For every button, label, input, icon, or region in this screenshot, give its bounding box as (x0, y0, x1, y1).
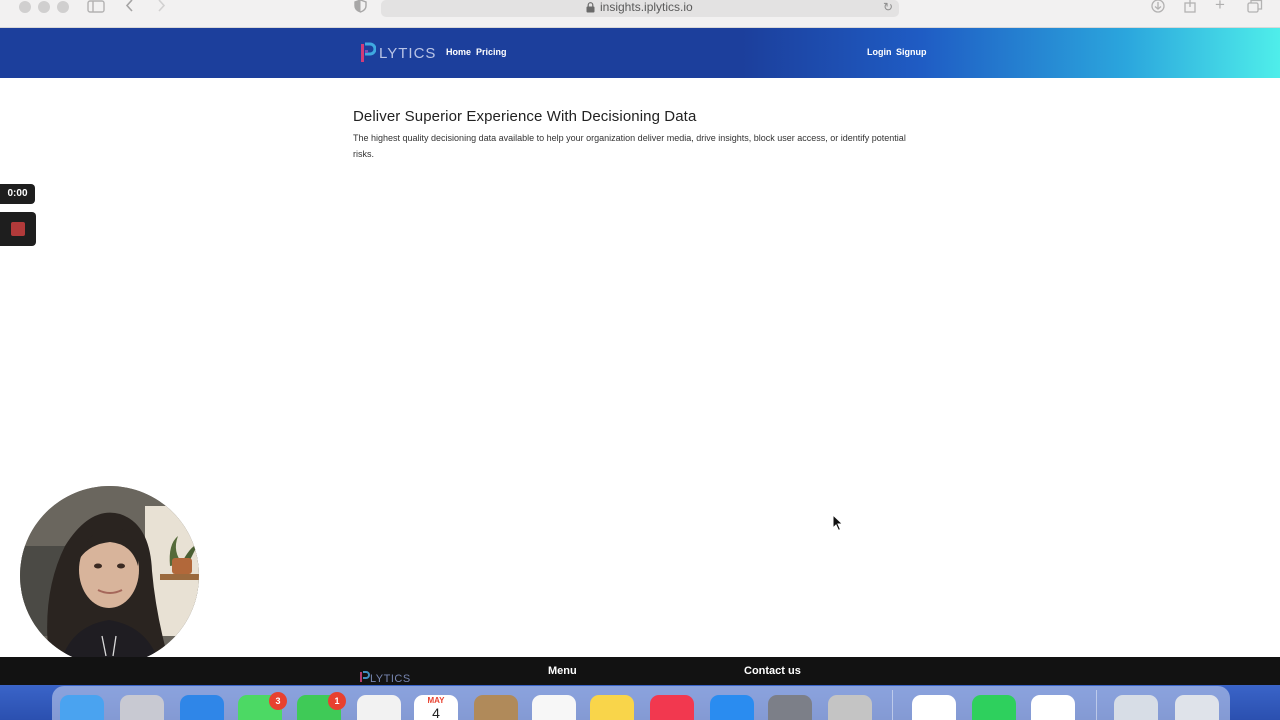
notification-badge: 1 (328, 692, 346, 710)
footer-menu-heading: Menu (548, 665, 577, 677)
site-header: LYTICS Home Pricing Login Signup (0, 28, 1280, 78)
url-text: insights.iplytics.io (600, 0, 693, 14)
share-icon[interactable] (1183, 0, 1197, 16)
nav-pricing-link[interactable]: Pricing (476, 47, 507, 57)
chrome-icon[interactable] (1031, 695, 1075, 720)
login-link[interactable]: Login (867, 47, 892, 57)
forward-icon[interactable] (156, 0, 166, 15)
reload-icon[interactable]: ↻ (883, 0, 893, 14)
stop-recording-button[interactable] (0, 212, 36, 246)
app-store-icon[interactable] (710, 695, 754, 720)
notification-badge: 3 (269, 692, 287, 710)
reminders-icon[interactable] (532, 695, 576, 720)
footer-contact-heading: Contact us (744, 665, 801, 677)
footer-logo-text: LYTICS (370, 673, 411, 685)
site-logo[interactable]: LYTICS (360, 41, 436, 65)
tab-overview-icon[interactable] (1247, 0, 1263, 16)
stop-icon (11, 222, 25, 236)
contacts-icon[interactable] (474, 695, 518, 720)
logo-wordmark: LYTICS (379, 44, 437, 62)
calendar-icon[interactable]: MAY 4 (414, 695, 458, 720)
zoom-window-button[interactable] (57, 1, 69, 13)
preview-icon[interactable] (1114, 695, 1158, 720)
safari-icon[interactable] (180, 695, 224, 720)
screen: insights.iplytics.io ↻ + LYTICS Home Pri… (0, 0, 1280, 720)
page-title: Deliver Superior Experience With Decisio… (353, 108, 697, 125)
trash-icon[interactable] (1175, 695, 1219, 720)
page-description: The highest quality decisioning data ava… (353, 133, 906, 159)
lock-icon (586, 0, 595, 13)
webcam-feed-image (20, 486, 199, 665)
webcam-bubble[interactable] (20, 486, 199, 665)
finder-icon[interactable] (60, 695, 104, 720)
launchpad-icon[interactable] (120, 695, 164, 720)
close-window-button[interactable] (19, 1, 31, 13)
calendar-day: 4 (432, 705, 440, 720)
signup-link[interactable]: Signup (896, 47, 927, 57)
music-icon[interactable] (650, 695, 694, 720)
system-preferences-icon[interactable] (768, 695, 812, 720)
minimize-window-button[interactable] (38, 1, 50, 13)
footer-logo-icon (360, 671, 370, 682)
slack-icon[interactable] (912, 695, 956, 720)
dock-separator (1096, 690, 1097, 720)
iplytics-logo-icon (360, 42, 377, 64)
recording-timer: 0:00 (0, 184, 35, 204)
browser-toolbar: insights.iplytics.io ↻ + (0, 0, 1280, 28)
calculator-icon[interactable] (828, 695, 872, 720)
privacy-shield-icon[interactable] (354, 0, 367, 16)
mouse-cursor-icon (832, 513, 844, 537)
dock-separator (892, 690, 893, 720)
sidebar-icon[interactable] (87, 0, 105, 16)
downloads-icon[interactable] (1150, 0, 1166, 16)
nav-home-link[interactable]: Home (446, 47, 471, 57)
address-bar[interactable]: insights.iplytics.io ↻ (381, 0, 899, 17)
whatsapp-icon[interactable] (972, 695, 1016, 720)
notes-icon[interactable] (590, 695, 634, 720)
photos-icon[interactable] (357, 695, 401, 720)
footer-logo[interactable]: LYTICS (360, 671, 411, 685)
site-footer: LYTICS Menu Contact us (0, 657, 1280, 685)
new-tab-icon[interactable]: + (1215, 0, 1225, 13)
back-icon[interactable] (125, 0, 135, 15)
